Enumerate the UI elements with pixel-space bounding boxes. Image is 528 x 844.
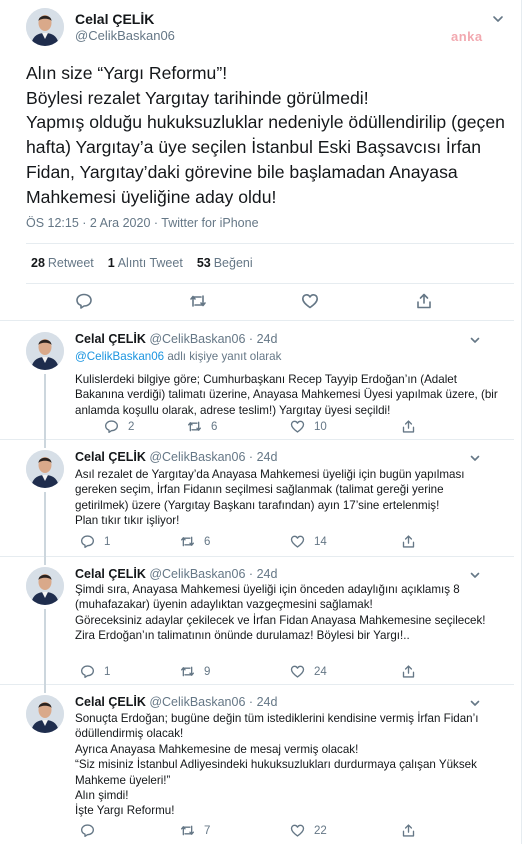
chevron-down-icon[interactable]: [469, 334, 481, 346]
reply-action[interactable]: 2: [104, 419, 134, 434]
reply-icon[interactable]: [75, 292, 93, 310]
retweet-icon[interactable]: [189, 292, 207, 310]
reply-action[interactable]: [80, 823, 104, 838]
thread-line: [44, 440, 46, 448]
like-stat[interactable]: 53 Beğeni: [197, 256, 253, 270]
share-icon: [402, 420, 415, 433]
thread-line: [44, 685, 46, 693]
share-action[interactable]: [401, 823, 416, 838]
like-icon: [290, 665, 305, 678]
reply-time[interactable]: 24d: [257, 450, 278, 464]
engagement-stats: 28 Retweet 1 Alıntı Tweet 53 Beğeni: [31, 256, 253, 270]
like-icon: [290, 420, 305, 433]
separator-dot: ·: [248, 450, 254, 464]
reply-header: Celal ÇELİK @CelikBaskan06 · 24d: [75, 567, 277, 581]
reply-text: Asıl rezalet de Yargıtay’da Anayasa Mahk…: [75, 468, 465, 528]
retweet-icon: [188, 421, 201, 432]
share-icon: [402, 824, 415, 837]
reply-time[interactable]: 24d: [257, 332, 278, 346]
like-action[interactable]: 22: [290, 823, 327, 838]
like-action[interactable]: 24: [290, 664, 327, 679]
reply-tweet[interactable]: Celal ÇELİK @CelikBaskan06 · 24d Sonuçta…: [0, 685, 514, 844]
reply-time[interactable]: 24d: [257, 567, 278, 581]
retweet-action[interactable]: 6: [180, 534, 210, 549]
reply-header: Celal ÇELİK @CelikBaskan06 · 24d: [75, 695, 277, 709]
tweet-text: Alın size “Yargı Reformu”! Böylesi rezal…: [26, 63, 505, 207]
separator-dot: ·: [248, 332, 254, 346]
reply-icon: [105, 420, 118, 433]
watermark: anka: [451, 29, 483, 44]
reply-tweet[interactable]: Celal ÇELİK @CelikBaskan06 · 24d Şimdi s…: [0, 557, 514, 685]
retweet-icon: [181, 666, 194, 677]
reply-header: Celal ÇELİK @CelikBaskan06 · 24d: [75, 332, 277, 346]
retweet-action[interactable]: 6: [187, 419, 217, 434]
reply-tweet[interactable]: Celal ÇELİK @CelikBaskan06 · 24d Asıl re…: [0, 440, 514, 557]
reply-tweet[interactable]: Celal ÇELİK @CelikBaskan06 · 24d @CelikB…: [0, 322, 514, 440]
share-action[interactable]: [401, 419, 416, 434]
author-name[interactable]: Celal ÇELİK: [75, 450, 146, 464]
reply-text: Sonuçta Erdoğan; bugüne değin tüm istedi…: [75, 712, 479, 818]
author-name[interactable]: Celal ÇELİK: [75, 11, 154, 27]
chevron-down-icon[interactable]: [469, 452, 481, 464]
avatar[interactable]: [26, 450, 64, 488]
author-handle[interactable]: @CelikBaskan06: [75, 28, 175, 43]
reply-text: Şimdi sıra, Anayasa Mahkemesi üyeliği iç…: [75, 583, 486, 643]
thread-line: [44, 374, 46, 440]
like-action[interactable]: 10: [290, 419, 327, 434]
mention-link[interactable]: @CelikBaskan06: [75, 350, 164, 363]
divider: [26, 283, 514, 284]
timeline-border: [521, 0, 522, 844]
reply-header: Celal ÇELİK @CelikBaskan06 · 24d: [75, 450, 277, 464]
author-handle[interactable]: @CelikBaskan06: [149, 450, 245, 464]
avatar[interactable]: [26, 567, 64, 605]
author-name[interactable]: Celal ÇELİK: [75, 567, 146, 581]
reply-icon: [81, 665, 94, 678]
avatar[interactable]: [26, 8, 64, 46]
like-action[interactable]: 14: [290, 534, 327, 549]
reply-action[interactable]: 1: [80, 534, 110, 549]
retweet-icon: [181, 536, 194, 547]
share-icon: [402, 535, 415, 548]
reply-time[interactable]: 24d: [257, 695, 278, 709]
reply-icon: [81, 824, 94, 837]
divider: [26, 243, 514, 244]
author-handle[interactable]: @CelikBaskan06: [149, 332, 245, 346]
thread-line: [44, 492, 46, 557]
retweet-stat[interactable]: 28 Retweet: [31, 256, 94, 270]
retweet-action[interactable]: 9: [180, 664, 210, 679]
reply-action[interactable]: 1: [80, 664, 110, 679]
share-icon[interactable]: [415, 292, 433, 310]
thread-line: [44, 609, 46, 685]
quote-stat[interactable]: 1 Alıntı Tweet: [108, 256, 183, 270]
reply-icon: [81, 535, 94, 548]
share-action[interactable]: [401, 534, 416, 549]
retweet-action[interactable]: 7: [180, 823, 210, 838]
author-handle[interactable]: @CelikBaskan06: [149, 567, 245, 581]
chevron-down-icon[interactable]: [469, 697, 481, 709]
like-icon[interactable]: [301, 292, 319, 310]
replying-to: @CelikBaskan06 adlı kişiye yanıt olarak: [75, 350, 282, 363]
separator-dot: ·: [248, 567, 254, 581]
tweet-timestamp[interactable]: ÖS 12:15 · 2 Ara 2020 · Twitter for iPho…: [26, 216, 259, 230]
like-icon: [290, 535, 305, 548]
author-name[interactable]: Celal ÇELİK: [75, 332, 146, 346]
author-name[interactable]: Celal ÇELİK: [75, 695, 146, 709]
avatar[interactable]: [26, 695, 64, 733]
share-action[interactable]: [401, 664, 416, 679]
share-icon: [402, 665, 415, 678]
thread-line: [44, 557, 46, 565]
main-tweet: Celal ÇELİK @CelikBaskan06 anka Alın siz…: [0, 0, 514, 321]
author-handle[interactable]: @CelikBaskan06: [149, 695, 245, 709]
chevron-down-icon[interactable]: [491, 12, 505, 26]
chevron-down-icon[interactable]: [469, 569, 481, 581]
retweet-icon: [181, 825, 194, 836]
like-icon: [290, 824, 305, 837]
reply-text: Kulislerdeki bilgiye göre; Cumhurbaşkanı…: [75, 373, 498, 417]
avatar[interactable]: [26, 332, 64, 370]
separator-dot: ·: [248, 695, 254, 709]
